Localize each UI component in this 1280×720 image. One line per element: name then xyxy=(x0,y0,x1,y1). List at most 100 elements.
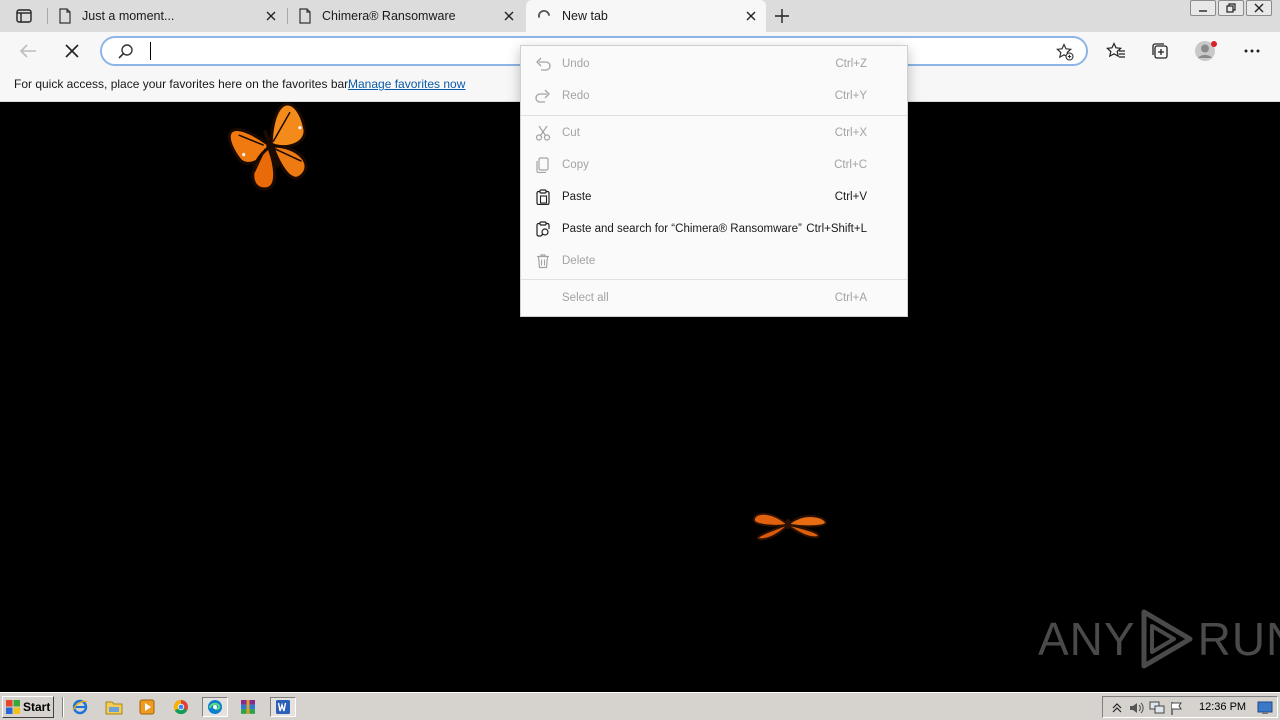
undo-icon xyxy=(535,56,551,72)
close-icon xyxy=(746,11,756,21)
menu-separator xyxy=(521,115,907,116)
menu-item-delete[interactable]: Delete xyxy=(521,245,907,277)
tab-title: Chimera® Ransomware xyxy=(322,9,456,23)
tab-new-tab[interactable]: New tab xyxy=(526,0,766,32)
menu-item-shortcut: Ctrl+V xyxy=(834,191,867,203)
tab-close-button[interactable] xyxy=(502,9,516,23)
trash-icon xyxy=(535,253,551,269)
favorites-button[interactable] xyxy=(1104,39,1128,63)
tab-actions-button[interactable] xyxy=(10,6,38,26)
scissors-icon xyxy=(535,125,551,141)
plus-icon xyxy=(775,9,789,23)
loading-spinner-icon xyxy=(538,10,550,18)
windows-flag-icon xyxy=(6,700,20,714)
settings-more-button[interactable] xyxy=(1240,39,1264,63)
profile-button[interactable] xyxy=(1194,39,1218,63)
tab-chimera-ransomware[interactable]: Chimera® Ransomware xyxy=(290,0,524,32)
menu-item-cut[interactable]: Cut Ctrl+X xyxy=(521,117,907,149)
paste-icon xyxy=(535,189,551,205)
network-button[interactable] xyxy=(1149,700,1165,716)
tab-title: New tab xyxy=(562,9,608,23)
minimize-button[interactable] xyxy=(1190,0,1216,16)
close-icon xyxy=(1254,3,1264,13)
back-button[interactable] xyxy=(16,39,40,63)
redo-icon xyxy=(535,88,551,104)
avatar-icon xyxy=(1195,41,1217,61)
close-icon xyxy=(266,11,276,21)
more-horizontal-icon xyxy=(1244,49,1260,53)
stop-icon xyxy=(65,44,79,58)
explorer-icon xyxy=(105,701,123,715)
close-window-button[interactable] xyxy=(1246,0,1272,16)
chrome-launch-button[interactable] xyxy=(170,697,192,717)
menu-item-redo[interactable]: Redo Ctrl+Y xyxy=(521,80,907,112)
manage-favorites-link[interactable]: Manage favorites now xyxy=(348,77,465,91)
taskbar-separator xyxy=(62,697,64,717)
tab-just-a-moment[interactable]: Just a moment... xyxy=(50,0,286,32)
menu-item-label: Delete xyxy=(562,255,596,267)
menu-item-paste-and-search[interactable]: Paste and search for “Chimera® Ransomwar… xyxy=(521,213,907,245)
menu-item-label: Copy xyxy=(562,159,589,171)
edge-taskbar-button[interactable] xyxy=(202,697,228,717)
media-player-icon xyxy=(139,699,155,715)
favorites-star-icon xyxy=(1106,42,1125,58)
word-icon xyxy=(276,700,290,714)
menu-item-shortcut: Ctrl+Z xyxy=(835,58,867,70)
star-add-icon xyxy=(1055,43,1074,61)
context-menu: Undo Ctrl+Z Redo Ctrl+Y Cut Ctrl+X Copy … xyxy=(520,45,908,317)
stop-loading-button[interactable] xyxy=(60,39,84,63)
watermark-left-text: ANY xyxy=(1038,613,1136,665)
restore-button[interactable] xyxy=(1218,0,1244,16)
butterfly-image xyxy=(752,512,828,541)
winrar-icon xyxy=(241,700,255,714)
address-input[interactable] xyxy=(148,41,548,61)
watermark-right-text: RUN xyxy=(1197,613,1280,665)
chrome-icon xyxy=(173,699,188,715)
winrar-launch-button[interactable] xyxy=(237,697,259,717)
show-hidden-icons-button[interactable] xyxy=(1109,700,1125,716)
menu-item-undo[interactable]: Undo Ctrl+Z xyxy=(521,48,907,80)
volume-icon xyxy=(1130,702,1144,714)
menu-item-paste[interactable]: Paste Ctrl+V xyxy=(521,181,907,213)
taskbar: Start 12:36 PM xyxy=(0,692,1280,720)
menu-item-select-all[interactable]: Select all Ctrl+A xyxy=(521,282,907,314)
play-logo-icon xyxy=(1141,609,1193,669)
menu-item-shortcut: Ctrl+Shift+L xyxy=(806,223,867,235)
start-button[interactable]: Start xyxy=(2,696,54,718)
collections-button[interactable] xyxy=(1148,39,1172,63)
clock[interactable]: 12:36 PM xyxy=(1199,701,1246,713)
window-controls xyxy=(1188,0,1272,16)
tab-strip: Just a moment... Chimera® Ransomware New… xyxy=(0,0,1280,32)
word-taskbar-button[interactable] xyxy=(270,697,296,717)
show-desktop-button[interactable] xyxy=(1257,700,1273,716)
text-caret xyxy=(150,42,151,60)
action-center-button[interactable] xyxy=(1169,700,1185,716)
menu-item-label: Undo xyxy=(562,58,590,70)
collections-icon xyxy=(1152,43,1168,59)
menu-item-shortcut: Ctrl+Y xyxy=(834,90,867,102)
page-icon xyxy=(59,8,71,24)
volume-button[interactable] xyxy=(1129,700,1145,716)
tab-separator xyxy=(287,8,288,24)
desktop: Just a moment... Chimera® Ransomware New… xyxy=(0,0,1280,720)
back-arrow-icon xyxy=(19,44,36,58)
add-favorite-button[interactable] xyxy=(1055,43,1074,66)
network-icon xyxy=(1149,701,1165,714)
menu-item-label: Cut xyxy=(562,127,580,139)
page-icon xyxy=(299,8,311,24)
butterfly-image xyxy=(227,102,308,191)
tab-close-button[interactable] xyxy=(264,9,278,23)
new-tab-button[interactable] xyxy=(772,6,792,26)
anyrun-watermark: ANY RUN xyxy=(1038,608,1280,670)
close-icon xyxy=(504,11,514,21)
menu-separator xyxy=(521,279,907,280)
menu-item-shortcut: Ctrl+C xyxy=(834,159,867,171)
desktop-icon xyxy=(1257,701,1273,714)
explorer-launch-button[interactable] xyxy=(103,697,125,717)
menu-item-label: Redo xyxy=(562,90,590,102)
menu-item-copy[interactable]: Copy Ctrl+C xyxy=(521,149,907,181)
media-player-launch-button[interactable] xyxy=(136,697,158,717)
tab-close-button[interactable] xyxy=(744,9,758,23)
edge-icon xyxy=(208,700,222,714)
ie-launch-button[interactable] xyxy=(69,697,91,717)
